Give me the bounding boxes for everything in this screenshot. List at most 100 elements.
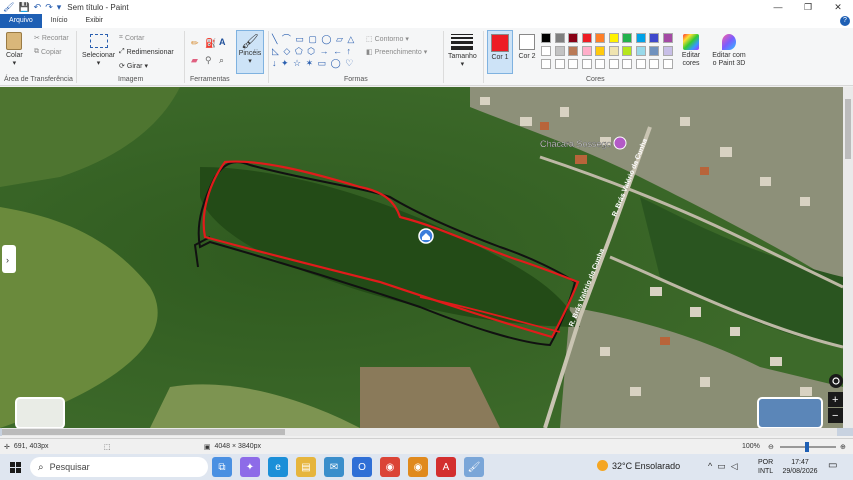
weather-text: 32°C Ensolarado bbox=[612, 460, 681, 471]
color-swatch[interactable] bbox=[608, 59, 619, 69]
edge-browser-icon[interactable]: e bbox=[268, 457, 288, 477]
sidebar-toggle-button[interactable] bbox=[2, 245, 16, 273]
locate-me-icon[interactable] bbox=[829, 374, 843, 388]
clock[interactable]: 17:47 29/08/2026 bbox=[780, 458, 820, 476]
task-view-icon[interactable]: ⧉ bbox=[212, 457, 232, 477]
color-swatch[interactable] bbox=[662, 59, 673, 69]
maximize-button[interactable]: ❐ bbox=[793, 0, 823, 14]
horizontal-scroll-thumb[interactable] bbox=[2, 429, 285, 435]
network-icon[interactable]: ▭ bbox=[717, 461, 726, 472]
color-swatch[interactable] bbox=[554, 59, 565, 69]
color-swatch[interactable] bbox=[662, 46, 673, 56]
horizontal-scrollbar[interactable] bbox=[2, 428, 837, 436]
tab-home[interactable]: Início bbox=[42, 14, 77, 28]
color-swatch[interactable] bbox=[622, 33, 632, 43]
chrome-icon[interactable]: ◉ bbox=[380, 457, 400, 477]
color-picker-icon[interactable]: ⚲ bbox=[205, 55, 212, 66]
zoom-out-icon[interactable]: ⊖ bbox=[768, 443, 774, 451]
select-button[interactable]: Selecionar ▾ bbox=[82, 32, 115, 67]
map-layers-thumbnail[interactable] bbox=[15, 397, 65, 428]
start-button[interactable] bbox=[0, 454, 30, 480]
edit-colors-button[interactable]: Editar cores bbox=[678, 32, 704, 68]
color-swatch[interactable] bbox=[541, 46, 551, 56]
color-swatch[interactable] bbox=[622, 46, 632, 56]
color-swatch[interactable] bbox=[662, 33, 673, 43]
taskbar-search-box[interactable]: ⌕ Pesquisar bbox=[30, 457, 208, 477]
color2-button[interactable]: Cor 2 bbox=[516, 30, 538, 61]
paint3d-button[interactable]: Editar com o Paint 3D bbox=[710, 32, 748, 68]
color-swatch[interactable] bbox=[608, 46, 619, 56]
undo-icon[interactable]: ↶ bbox=[34, 2, 42, 13]
outline-label: Contorno bbox=[374, 35, 404, 43]
color-swatch[interactable] bbox=[635, 33, 646, 43]
notifications-icon[interactable]: ▭ bbox=[828, 460, 837, 471]
clock-time: 17:47 bbox=[791, 459, 809, 466]
copilot-icon[interactable]: ✦ bbox=[240, 457, 260, 477]
crop-button[interactable]: ⌗ Cortar bbox=[119, 34, 144, 42]
color-swatch[interactable] bbox=[649, 33, 659, 43]
color-swatch[interactable] bbox=[568, 59, 578, 69]
tray-overflow-icon[interactable]: ^ bbox=[708, 461, 712, 472]
redo-icon[interactable]: ↷ bbox=[45, 2, 53, 13]
place-pin-icon[interactable] bbox=[613, 136, 627, 150]
color-swatch[interactable] bbox=[541, 33, 551, 43]
save-icon[interactable]: 💾 bbox=[18, 2, 29, 13]
rotate-button[interactable]: ⟳ Girar ▾ bbox=[119, 62, 148, 71]
zoom-in-icon[interactable]: ⊕ bbox=[840, 443, 846, 451]
color-swatch[interactable] bbox=[581, 59, 592, 69]
color-swatch[interactable] bbox=[568, 33, 578, 43]
outline-button[interactable]: ⬚ Contorno ▾ bbox=[366, 35, 409, 44]
color-swatch[interactable] bbox=[622, 59, 632, 69]
color-swatch[interactable] bbox=[608, 33, 619, 43]
color-swatch[interactable] bbox=[635, 59, 646, 69]
color-swatch[interactable] bbox=[568, 46, 578, 56]
canvas-area[interactable]: Chácara Sossego R. Brás Valério da Cunha… bbox=[0, 87, 853, 436]
color-swatch[interactable] bbox=[581, 33, 592, 43]
minimize-button[interactable]: — bbox=[763, 0, 793, 14]
close-button[interactable]: ✕ bbox=[823, 0, 853, 14]
street-view-thumbnail[interactable] bbox=[757, 397, 823, 428]
vertical-scrollbar[interactable] bbox=[843, 87, 853, 428]
brushes-button[interactable]: 🖌 Pincéis ▾ bbox=[236, 30, 264, 74]
resize-button[interactable]: ⤢ Redimensionar bbox=[119, 48, 174, 56]
color1-button[interactable]: Cor 1 bbox=[487, 30, 513, 74]
color-swatch[interactable] bbox=[595, 46, 605, 56]
volume-icon[interactable]: ◁ bbox=[731, 461, 738, 472]
magnifier-icon[interactable]: ⌕ bbox=[219, 55, 224, 66]
satellite-map[interactable]: Chácara Sossego R. Brás Valério da Cunha… bbox=[0, 87, 843, 428]
cut-button[interactable]: ✂ Recortar bbox=[34, 34, 69, 43]
customize-chevron-icon[interactable]: ▾ bbox=[57, 2, 62, 13]
outlook-icon[interactable]: O bbox=[352, 457, 372, 477]
tab-file[interactable]: Arquivo bbox=[0, 14, 42, 28]
tab-view[interactable]: Exibir bbox=[76, 14, 112, 28]
zoom-slider-thumb[interactable] bbox=[805, 442, 809, 452]
color-swatch[interactable] bbox=[581, 46, 592, 56]
color-swatch[interactable] bbox=[595, 33, 605, 43]
color-swatch[interactable] bbox=[635, 46, 646, 56]
paste-button[interactable]: Colar ▾ bbox=[6, 32, 23, 67]
color-swatch[interactable] bbox=[554, 46, 565, 56]
text-icon[interactable]: A bbox=[219, 37, 226, 47]
paint-taskbar-icon[interactable]: 🖌 bbox=[464, 457, 484, 477]
color-swatch[interactable] bbox=[554, 33, 565, 43]
mail-app-icon[interactable]: ✉ bbox=[324, 457, 344, 477]
chrome-profile-icon[interactable]: ◉ bbox=[408, 457, 428, 477]
color-swatch[interactable] bbox=[649, 46, 659, 56]
language-indicator[interactable]: POR INTL bbox=[758, 458, 773, 476]
color-swatch[interactable] bbox=[649, 59, 659, 69]
fill-button[interactable]: ◧ Preenchimento ▾ bbox=[366, 48, 427, 57]
size-button[interactable]: Tamanho ▾ bbox=[448, 32, 477, 68]
acrobat-icon[interactable]: A bbox=[436, 457, 456, 477]
eraser-icon[interactable]: ▰ bbox=[191, 55, 198, 66]
fill-bucket-icon[interactable]: ⛽ bbox=[205, 38, 216, 49]
help-icon[interactable]: ? bbox=[840, 16, 850, 26]
color-swatch[interactable] bbox=[595, 59, 605, 69]
color-swatch[interactable] bbox=[541, 59, 551, 69]
zoom-slider[interactable] bbox=[780, 442, 836, 452]
file-explorer-icon[interactable]: ▤ bbox=[296, 457, 316, 477]
shapes-gallery[interactable]: ╲ ⌒ ▭ ▢ ◯ ▱ △ ◺ ◇ ⬠ ⬡ → ← ↑ ↓ ✦ ☆ ✶ ▭ ◯ … bbox=[272, 33, 364, 69]
vertical-scroll-thumb[interactable] bbox=[845, 99, 851, 159]
copy-button[interactable]: ⧉ Copiar bbox=[34, 48, 62, 56]
pencil-icon[interactable]: ✏ bbox=[191, 38, 199, 49]
weather-widget[interactable]: 32°C Ensolarado bbox=[597, 460, 680, 471]
